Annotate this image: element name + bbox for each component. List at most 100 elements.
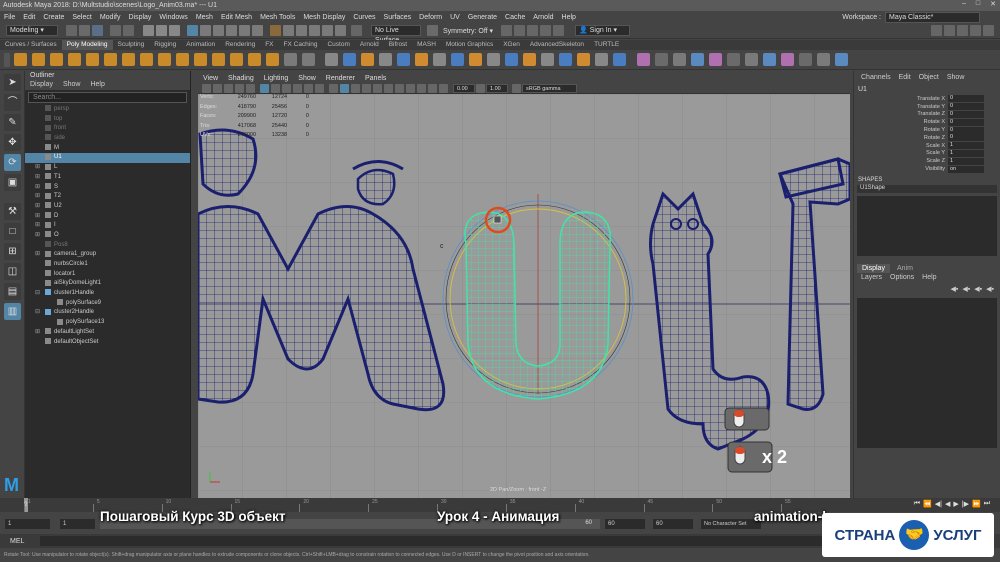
ipr-render-icon[interactable] <box>514 25 526 36</box>
outliner-item-defaultobjectset[interactable]: defaultObjectSet <box>25 337 190 348</box>
pick-mask-icon[interactable] <box>187 25 198 36</box>
snap-view-icon[interactable] <box>309 25 320 36</box>
shape-name[interactable]: U1Shape <box>857 184 997 193</box>
outliner-item-polysurface13[interactable]: polySurface13 <box>25 318 190 328</box>
go-start-icon[interactable]: ⏮ <box>914 500 920 508</box>
viewport-menu-panels[interactable]: Panels <box>365 74 386 83</box>
symmetry-dropdown[interactable]: Symmetry: Off ▾ <box>443 27 493 35</box>
boolean-diff-icon[interactable] <box>397 53 410 66</box>
sphere-icon[interactable] <box>13 53 27 66</box>
snap-grid-icon[interactable] <box>270 25 281 36</box>
four-view-icon[interactable]: ⊞ <box>4 243 21 260</box>
single-view-icon[interactable]: □ <box>4 223 21 240</box>
channel-label[interactable]: Visibility <box>854 166 948 172</box>
snap-vertex-icon[interactable] <box>335 25 346 36</box>
svg-icon[interactable] <box>301 53 315 66</box>
channel-label[interactable]: Translate X <box>854 96 948 102</box>
uv-editor-icon[interactable] <box>636 53 650 66</box>
outliner-item-m[interactable]: M <box>25 144 190 154</box>
expand-icon[interactable]: ⊞ <box>35 221 40 231</box>
snap-curve-icon[interactable] <box>283 25 294 36</box>
twod-pan-icon[interactable] <box>235 83 244 93</box>
boolean-intersect-icon[interactable] <box>415 53 428 66</box>
expand-icon[interactable]: ⊞ <box>35 183 40 193</box>
xray-icon[interactable] <box>428 83 437 93</box>
gamma-field[interactable]: 1.00 <box>486 83 508 93</box>
shelf-tab-fx[interactable]: FX <box>260 40 278 50</box>
channel-label[interactable]: Rotate X <box>854 119 948 125</box>
outliner-item-pos8[interactable]: Pos8 <box>25 241 190 251</box>
move-tool-icon[interactable]: ✥ <box>4 134 21 151</box>
wire-on-shaded-icon[interactable] <box>351 83 360 93</box>
minimize-button[interactable]: – <box>962 0 966 8</box>
outliner-item-nurbscircle1[interactable]: nurbsCircle1 <box>25 260 190 270</box>
channel-menu-channels[interactable]: Channels <box>861 71 891 85</box>
helix-icon[interactable] <box>211 53 225 66</box>
render-view-icon[interactable] <box>553 25 565 36</box>
playback-end-field[interactable]: 60 <box>605 519 645 529</box>
outliner-item-d[interactable]: ⊞ D <box>25 211 190 222</box>
planar-icon[interactable] <box>654 53 668 66</box>
channel-value[interactable]: 0 <box>948 103 984 111</box>
wireframe-icon[interactable] <box>329 83 338 93</box>
textured-icon[interactable] <box>362 83 371 93</box>
maximize-button[interactable]: □ <box>976 0 980 8</box>
channel-value[interactable]: on <box>948 165 984 173</box>
menu-select[interactable]: Select <box>68 14 95 21</box>
menu-curves[interactable]: Curves <box>349 14 379 21</box>
menu-mesh-display[interactable]: Mesh Display <box>299 14 349 21</box>
select-component-icon[interactable] <box>169 25 180 36</box>
channel-label[interactable]: Rotate Y <box>854 127 948 133</box>
open-scene-icon[interactable] <box>79 25 90 36</box>
safe-action-icon[interactable] <box>315 83 324 93</box>
scale-tool-icon[interactable]: ▣ <box>4 174 21 191</box>
channel-label[interactable]: Translate Z <box>854 111 948 117</box>
play-forward-icon[interactable]: ▶ <box>953 500 958 508</box>
gamma-icon[interactable] <box>476 83 485 93</box>
redo-icon[interactable] <box>123 25 134 36</box>
outliner-item-front[interactable]: front <box>25 124 190 134</box>
quad-draw-icon[interactable] <box>595 53 608 66</box>
outliner-item-l[interactable]: ⊞ L <box>25 163 190 173</box>
hypershade-icon[interactable] <box>540 25 552 36</box>
lasso-tool-icon[interactable]: ⌒ <box>4 94 21 111</box>
outliner-item-o[interactable]: ⊞ O <box>25 231 190 241</box>
panel-toggle3-icon[interactable] <box>957 25 968 36</box>
outliner-item-t1[interactable]: ⊞ T1 <box>25 173 190 183</box>
expand-icon[interactable]: ⊞ <box>35 202 40 212</box>
start-time-field[interactable]: 1 <box>5 519 50 529</box>
shelf-tab-xgen[interactable]: XGen <box>498 40 525 50</box>
cone-icon[interactable] <box>67 53 81 66</box>
mask-multi-icon[interactable] <box>252 25 263 36</box>
outliner-menu-help[interactable]: Help <box>90 80 104 90</box>
torus-icon[interactable] <box>85 53 99 66</box>
step-forward-icon[interactable]: |▶ <box>962 500 969 508</box>
viewport-menu-lighting[interactable]: Lighting <box>264 74 289 83</box>
collapse-icon[interactable]: ⊟ <box>35 289 40 299</box>
target-weld-icon[interactable] <box>559 53 572 66</box>
boolean-union-icon[interactable] <box>379 53 392 66</box>
workspace-dropdown[interactable]: Maya Classic* <box>885 11 980 23</box>
select-object-icon[interactable] <box>156 25 167 36</box>
layout-icon[interactable] <box>726 53 740 66</box>
channel-value[interactable]: 0 <box>948 134 984 142</box>
menu-file[interactable]: File <box>0 14 19 21</box>
freeze-icon[interactable] <box>816 53 830 66</box>
symmetry-icon[interactable] <box>427 25 438 36</box>
collapse-icon[interactable]: ⊟ <box>35 308 40 318</box>
panel-toggle5-icon[interactable] <box>983 25 994 36</box>
disc-icon[interactable] <box>121 53 135 66</box>
close-button[interactable]: ✕ <box>990 0 996 8</box>
cut-sew-icon[interactable] <box>690 53 704 66</box>
shelf-tab-custom[interactable]: Custom <box>322 40 354 50</box>
menu-surfaces[interactable]: Surfaces <box>380 14 416 21</box>
multicut-icon[interactable] <box>541 53 554 66</box>
channel-label[interactable]: Rotate Z <box>854 135 948 141</box>
grid-icon[interactable] <box>260 83 269 93</box>
new-layer-icon[interactable]: ◀▪ <box>974 285 982 293</box>
camera-attr-icon[interactable] <box>202 83 211 93</box>
playback-start-field[interactable]: 1 <box>60 519 95 529</box>
mask-edge-icon[interactable] <box>213 25 224 36</box>
undo-icon[interactable] <box>110 25 121 36</box>
persp-outliner-layout-icon[interactable]: ▥ <box>4 303 21 320</box>
